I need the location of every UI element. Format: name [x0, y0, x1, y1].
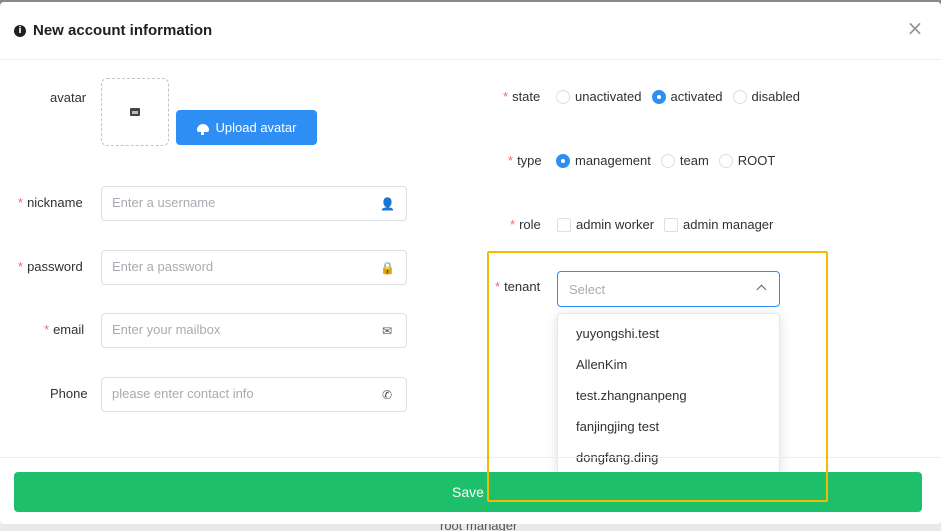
- nickname-field[interactable]: 👤: [101, 186, 407, 221]
- tenant-label: * tenant: [495, 279, 540, 294]
- required-mark: *: [495, 279, 501, 294]
- state-radio-unactivated[interactable]: unactivated: [556, 89, 642, 104]
- type-radio-group: management team ROOT: [556, 153, 775, 168]
- nickname-label: * nickname: [18, 195, 83, 210]
- checkbox-unchecked-icon: [664, 217, 679, 232]
- state-label-text: state: [512, 89, 541, 104]
- password-label-text: password: [27, 259, 83, 274]
- nickname-input[interactable]: [112, 195, 362, 210]
- email-field[interactable]: ✉: [101, 313, 407, 348]
- nickname-label-text: nickname: [27, 195, 83, 210]
- password-input[interactable]: [112, 259, 362, 274]
- phone-input[interactable]: [112, 386, 362, 401]
- radio-unchecked-icon: [718, 153, 733, 168]
- save-button[interactable]: Save: [14, 472, 922, 512]
- required-mark: *: [503, 89, 509, 104]
- role-label-text: role: [519, 217, 541, 232]
- checkbox-unchecked-icon: [557, 217, 571, 232]
- lock-icon: 🔒: [380, 261, 395, 275]
- radio-checked-icon: [556, 153, 570, 168]
- upload-avatar-label: Upload avatar: [215, 120, 297, 135]
- avatar-label: avatar: [50, 90, 87, 105]
- phone-field[interactable]: ✆: [101, 377, 407, 412]
- avatar-preview[interactable]: [101, 78, 169, 146]
- required-mark: *: [18, 259, 24, 274]
- dialog-header: i New account information ×: [0, 2, 941, 60]
- footer-divider: [0, 457, 941, 458]
- required-mark: *: [510, 217, 516, 232]
- radio-unchecked-icon: [660, 153, 675, 168]
- email-label-text: email: [53, 322, 85, 337]
- new-account-dialog: i New account information × avatar Uploa…: [0, 2, 941, 524]
- type-radio-team[interactable]: team: [660, 153, 709, 168]
- tenant-option[interactable]: AllenKim: [558, 349, 779, 380]
- checkbox-label: admin manager: [683, 217, 774, 232]
- radio-unchecked-icon: [556, 89, 570, 104]
- cloud-upload-icon: [196, 123, 209, 135]
- type-radio-root[interactable]: ROOT: [718, 153, 776, 168]
- role-checkbox-admin-worker[interactable]: admin worker: [557, 217, 654, 232]
- radio-label: unactivated: [575, 89, 642, 104]
- radio-label: disabled: [751, 89, 800, 104]
- required-mark: *: [508, 153, 514, 168]
- radio-checked-icon: [651, 89, 666, 104]
- password-field[interactable]: 🔒: [101, 250, 407, 285]
- upload-avatar-button[interactable]: Upload avatar: [176, 110, 317, 145]
- state-radio-activated[interactable]: activated: [651, 89, 723, 104]
- tenant-option[interactable]: fanjingjing test: [558, 411, 779, 442]
- role-checkbox-group: admin worker admin manager: [557, 217, 773, 232]
- radio-label: team: [679, 153, 709, 168]
- tenant-label-text: tenant: [504, 279, 541, 294]
- state-label: * state: [503, 89, 540, 104]
- tenant-option[interactable]: yuyongshi.test: [558, 318, 779, 349]
- tenant-option[interactable]: test.zhangnanpeng: [558, 380, 779, 411]
- dialog-title: New account information: [33, 22, 213, 39]
- checkbox-label: admin worker: [576, 217, 655, 232]
- email-label: * email: [44, 322, 84, 337]
- state-radio-disabled[interactable]: disabled: [732, 89, 800, 104]
- radio-label: activated: [670, 89, 723, 104]
- type-radio-management[interactable]: management: [556, 153, 651, 168]
- close-icon[interactable]: ×: [905, 18, 925, 38]
- mail-icon: ✉: [381, 324, 393, 338]
- radio-label: management: [575, 153, 651, 168]
- state-radio-group: unactivated activated disabled: [556, 89, 800, 104]
- role-label: * role: [510, 217, 541, 232]
- type-label: * type: [508, 153, 542, 168]
- radio-label: ROOT: [737, 153, 776, 168]
- user-icon: 👤: [380, 197, 395, 211]
- tenant-select-placeholder: Select: [569, 282, 606, 297]
- tenant-dropdown: yuyongshi.test AllenKim test.zhangnanpen…: [557, 313, 780, 478]
- type-label-text: type: [517, 153, 542, 168]
- required-mark: *: [44, 322, 50, 337]
- chevron-up-icon: [756, 284, 767, 295]
- radio-unchecked-icon: [732, 89, 747, 104]
- tenant-select[interactable]: Select: [557, 271, 780, 307]
- email-input[interactable]: [112, 322, 362, 337]
- phone-icon: ✆: [381, 388, 393, 402]
- image-icon: [130, 108, 140, 116]
- info-icon: i: [14, 25, 26, 37]
- role-checkbox-admin-manager[interactable]: admin manager: [664, 217, 773, 232]
- phone-label: Phone: [50, 386, 88, 401]
- required-mark: *: [18, 195, 24, 210]
- password-label: * password: [18, 259, 83, 274]
